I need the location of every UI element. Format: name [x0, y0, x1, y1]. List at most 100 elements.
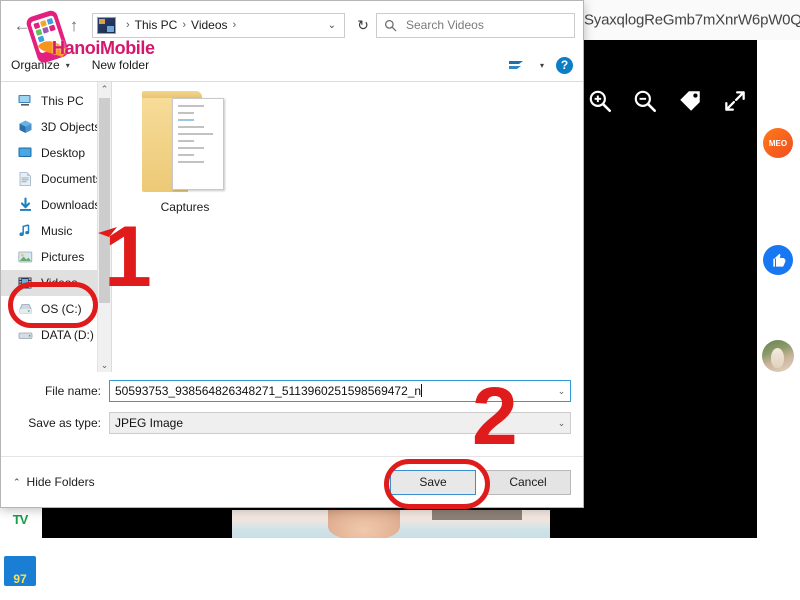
- save-button[interactable]: Save: [390, 469, 476, 495]
- sidebar-label: Desktop: [41, 146, 86, 160]
- sidebar-item-downloads[interactable]: Downloads: [1, 192, 111, 218]
- sidebar-label: Music: [41, 224, 73, 238]
- rail-logo-97: 97: [4, 556, 36, 586]
- thumbs-up-glyph: [773, 253, 786, 267]
- sidebar-label: 3D Objects: [41, 120, 101, 134]
- breadcrumb-videos[interactable]: Videos: [191, 18, 227, 32]
- hide-folders-button[interactable]: ⌃ Hide Folders: [13, 475, 95, 489]
- breadcrumb-separator-2: ›: [232, 19, 237, 31]
- sidebar-label: Documents: [41, 172, 102, 186]
- preview-line: [178, 133, 214, 135]
- sidebar-label: OS (C:): [41, 302, 82, 316]
- fullscreen-icon[interactable]: [722, 88, 748, 114]
- sidebar-label: Videos: [41, 276, 78, 290]
- file-name-value: 50593753_938564826348271_511396025159856…: [115, 384, 422, 398]
- sidebar-item-pictures[interactable]: Pictures: [1, 244, 111, 270]
- sidebar-label: This PC: [41, 94, 84, 108]
- page-right-rail: [757, 40, 800, 538]
- profile-avatar[interactable]: [762, 340, 794, 372]
- file-list-pane[interactable]: Captures: [111, 82, 583, 372]
- sidebar-item-music[interactable]: Music: [1, 218, 111, 244]
- preview-line: [178, 140, 194, 142]
- refresh-icon: ↻: [357, 16, 369, 33]
- drive-icon: [18, 332, 33, 339]
- preview-line: [178, 105, 204, 107]
- save-as-type-dropdown-icon[interactable]: ⌄: [553, 413, 570, 433]
- tag-icon[interactable]: [677, 88, 703, 114]
- sidebar-item-3d-objects[interactable]: 3D Objects: [1, 114, 111, 140]
- drive-icon: [19, 304, 32, 314]
- file-name-dropdown-icon[interactable]: ⌄: [553, 381, 570, 401]
- navigation-list: This PC 3D Objects Desktop Documents Dow…: [1, 88, 111, 348]
- search-input[interactable]: [404, 17, 567, 33]
- scroll-up-icon[interactable]: ⌃: [98, 82, 111, 96]
- text-cursor: [421, 384, 423, 397]
- file-name-row: File name: 50593753_938564826348271_5113…: [1, 378, 583, 404]
- save-as-type-label: Save as type:: [28, 416, 101, 430]
- sidebar-item-desktop[interactable]: Desktop: [1, 140, 111, 166]
- list-item[interactable]: Captures: [130, 88, 240, 214]
- file-name-combobox[interactable]: 50593753_938564826348271_511396025159856…: [109, 380, 571, 402]
- promo-badge-icon[interactable]: MEO: [763, 128, 793, 158]
- photo-hand: [328, 510, 400, 540]
- screenshot-root: SyaxqlogReGmb7mXnrW6pW0QVCX: [0, 0, 800, 600]
- photo-dark-band: [432, 510, 522, 520]
- footer-buttons: Save Cancel: [390, 469, 571, 495]
- watermark-brand-text: HanoiMobile: [52, 38, 155, 58]
- sidebar-item-os-c[interactable]: OS (C:): [1, 296, 111, 322]
- preview-line: [178, 154, 194, 156]
- help-icon[interactable]: ?: [556, 56, 573, 74]
- rail-logo-97-text: 97: [13, 572, 27, 586]
- sidebar-item-videos[interactable]: Videos: [1, 270, 111, 296]
- save-as-dialog: ← ⌄ ↑ › This PC › Videos › ⌄ ↻: [0, 0, 584, 508]
- navigation-pane-scrollbar[interactable]: ⌃ ⌄: [97, 82, 111, 372]
- facebook-like-icon[interactable]: [763, 245, 793, 275]
- preview-line: [178, 119, 194, 121]
- file-name-label: File name:: [44, 384, 101, 398]
- dialog-body: This PC 3D Objects Desktop Documents Dow…: [1, 82, 583, 372]
- folder-preview-page: [172, 98, 224, 190]
- zoom-in-icon[interactable]: [587, 88, 613, 114]
- page-bottom-area: [0, 538, 800, 600]
- download-icon: [20, 197, 31, 211]
- preview-line: [178, 112, 194, 114]
- desktop-icon: [18, 147, 32, 157]
- scrollbar-thumb[interactable]: [99, 98, 110, 303]
- sidebar-item-data-d[interactable]: DATA (D:): [1, 322, 111, 348]
- change-view-dropdown-icon[interactable]: ▾: [540, 61, 544, 70]
- scroll-down-icon[interactable]: ⌄: [98, 358, 111, 372]
- cancel-button[interactable]: Cancel: [485, 469, 571, 495]
- search-box[interactable]: [376, 12, 575, 38]
- refresh-button[interactable]: ↻: [350, 13, 376, 38]
- file-name-input[interactable]: 50593753_938564826348271_511396025159856…: [110, 384, 553, 398]
- list-item-label: Captures: [160, 200, 210, 214]
- folder-thumbnail-icon: [142, 88, 228, 194]
- change-view-icon[interactable]: [508, 58, 528, 72]
- sidebar-item-this-pc[interactable]: This PC: [1, 88, 111, 114]
- promo-badge-label: MEO: [768, 138, 788, 148]
- hide-folders-label: Hide Folders: [26, 475, 95, 489]
- navigation-pane: This PC 3D Objects Desktop Documents Dow…: [1, 82, 111, 372]
- rail-logo-tv: TV: [2, 506, 38, 532]
- command-bar-right-group: ▾ ?: [508, 56, 573, 74]
- cube-icon: [19, 120, 32, 133]
- sidebar-label: Downloads: [41, 198, 101, 212]
- browser-url-text: SyaxqlogReGmb7mXnrW6pW0QVCX: [584, 11, 800, 29]
- music-icon: [19, 224, 30, 236]
- search-icon: [384, 19, 397, 31]
- save-as-type-row: Save as type: JPEG Image ⌄: [1, 410, 583, 436]
- viewer-toolbar: [575, 78, 760, 123]
- pictures-icon: [18, 251, 33, 263]
- watermark-logo: HanoiMobile: [6, 8, 186, 70]
- preview-line: [178, 161, 204, 163]
- preview-line: [178, 126, 204, 128]
- zoom-out-icon[interactable]: [632, 88, 658, 114]
- sidebar-item-documents[interactable]: Documents: [1, 166, 111, 192]
- save-as-type-combobox[interactable]: JPEG Image ⌄: [109, 412, 571, 434]
- sidebar-label: Pictures: [41, 250, 85, 264]
- dialog-footer: ⌃ Hide Folders Save Cancel: [1, 456, 583, 507]
- documents-icon: [19, 172, 31, 186]
- sidebar-label: DATA (D:): [41, 328, 94, 342]
- save-as-type-value: JPEG Image: [115, 416, 184, 430]
- address-dropdown-icon[interactable]: ⌄: [324, 20, 340, 31]
